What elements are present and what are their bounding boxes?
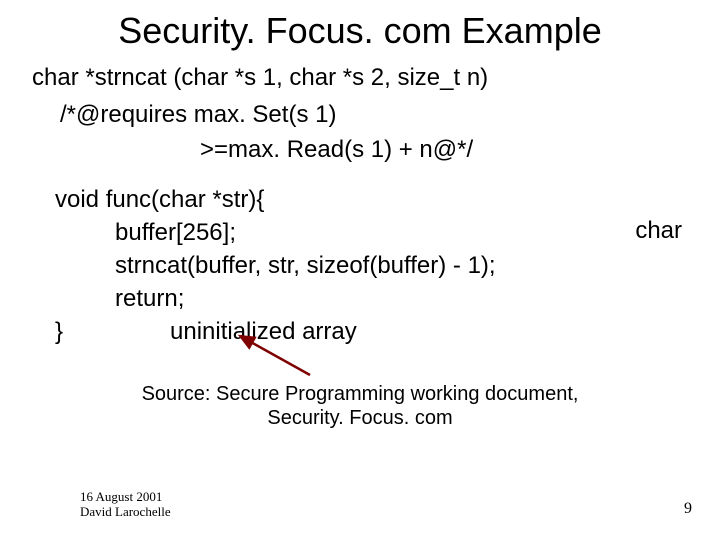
footer-date: 16 August 2001 bbox=[80, 489, 162, 504]
buffer-decl: buffer[256]; bbox=[115, 217, 720, 248]
page-number: 9 bbox=[684, 500, 692, 518]
slide-title: Security. Focus. com Example bbox=[0, 0, 720, 52]
func-decl: void func(char *str){ bbox=[55, 184, 720, 215]
slide: Security. Focus. com Example char *strnc… bbox=[0, 0, 720, 540]
source-line-1: Source: Secure Programming working docum… bbox=[142, 383, 579, 405]
annotation-text: uninitialized array bbox=[170, 318, 720, 346]
signature-line: char *strncat (char *s 1, char *s 2, siz… bbox=[32, 62, 720, 93]
requires-line-1: /*@requires max. Set(s 1) bbox=[60, 99, 720, 130]
strncat-call: strncat(buffer, str, sizeof(buffer) - 1)… bbox=[115, 250, 720, 281]
footer-date-author: 16 August 2001 David Larochelle bbox=[80, 490, 171, 520]
return-stmt: return; bbox=[115, 283, 720, 314]
requires-line-2: >=max. Read(s 1) + n@*/ bbox=[200, 134, 720, 165]
source-line-2: Security. Focus. com bbox=[267, 407, 452, 429]
char-keyword-right: char bbox=[635, 217, 682, 245]
footer-author: David Larochelle bbox=[80, 504, 171, 519]
source-citation: Source: Secure Programming working docum… bbox=[0, 382, 720, 430]
